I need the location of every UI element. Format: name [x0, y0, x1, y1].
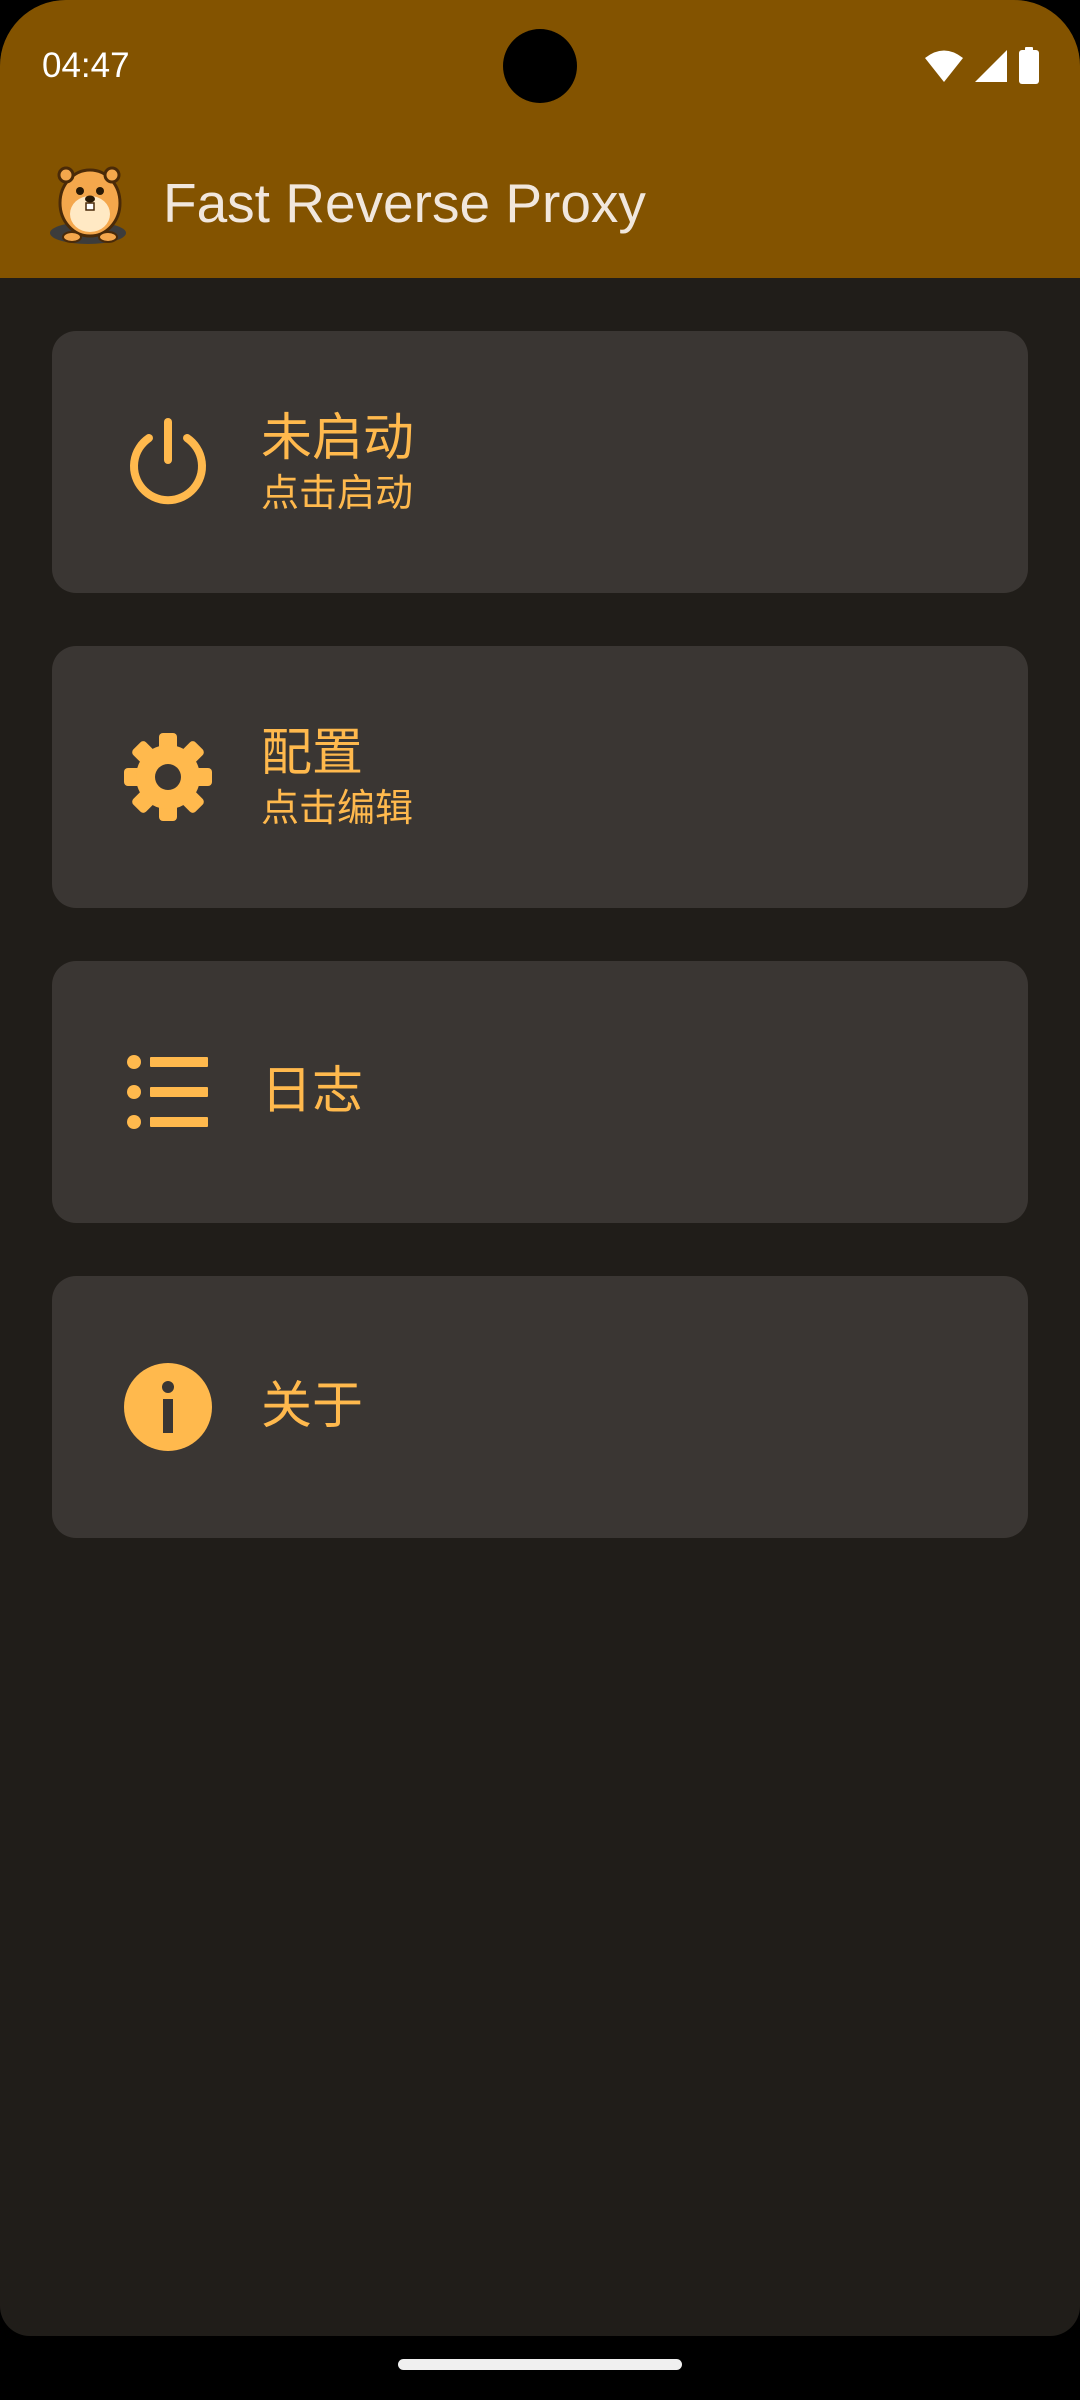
- config-title: 配置: [261, 724, 364, 783]
- cellular-signal-icon: [975, 50, 1007, 82]
- info-icon: [124, 1363, 212, 1451]
- gesture-nav-handle[interactable]: [398, 2359, 682, 2370]
- app-screen: 04:47 Fast Reverse Proxy 未启动 点击启动 配置 点击编…: [0, 0, 1080, 2336]
- app-title: Fast Reverse Proxy: [163, 172, 646, 234]
- config-subtitle: 点击编辑: [261, 786, 414, 830]
- wifi-icon: [925, 50, 963, 82]
- battery-icon: [1019, 47, 1039, 84]
- about-card[interactable]: 关于: [52, 1276, 1028, 1538]
- status-title: 未启动: [261, 409, 415, 468]
- log-card[interactable]: 日志: [52, 961, 1028, 1223]
- status-card[interactable]: 未启动 点击启动: [52, 331, 1028, 593]
- camera-cutout: [503, 29, 577, 103]
- about-title: 关于: [261, 1377, 364, 1436]
- list-icon: [127, 1055, 208, 1129]
- config-card[interactable]: 配置 点击编辑: [52, 646, 1028, 908]
- status-card-text: 未启动 点击启动: [261, 331, 414, 593]
- status-subtitle: 点击启动: [261, 471, 414, 515]
- about-card-text: 关于: [261, 1276, 363, 1538]
- status-time: 04:47: [42, 46, 130, 85]
- gear-icon: [124, 733, 212, 821]
- power-icon: [130, 418, 206, 505]
- gopher-logo-icon: [50, 166, 126, 244]
- top-app-bar: 04:47 Fast Reverse Proxy: [0, 0, 1080, 278]
- config-card-text: 配置 点击编辑: [261, 646, 413, 908]
- status-icons: [924, 46, 1040, 86]
- log-card-text: 日志: [261, 961, 363, 1223]
- log-title: 日志: [261, 1062, 364, 1121]
